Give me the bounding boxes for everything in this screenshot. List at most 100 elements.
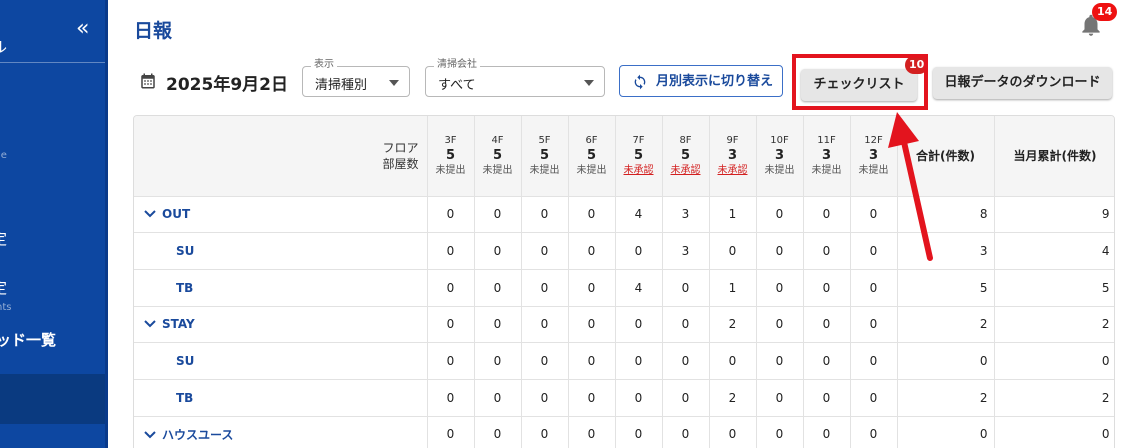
switch-monthly-view-button[interactable]: 月別表示に切り替え [619, 65, 783, 97]
sub-row-label: TB [134, 269, 428, 307]
count-cell: 0 [662, 342, 710, 380]
floor-name: 9F [726, 134, 739, 146]
count-cell: 0 [427, 342, 475, 380]
row-name: SU [176, 244, 195, 259]
table-row: SU 0 0 0 0 0 3 0 0 0 0 3 4 [134, 232, 1114, 270]
monthly-total-cell: 2 [994, 306, 1114, 344]
floor-status[interactable]: 未承認 [663, 164, 709, 178]
download-report-button[interactable]: 日報データのダウンロード [933, 67, 1112, 99]
count-cell: 0 [850, 379, 898, 417]
page-title: 日報 [134, 20, 173, 42]
count-cell: 0 [756, 416, 804, 448]
group-row-label[interactable]: ハウスユース [134, 416, 428, 448]
room-count-label: 部屋数 [382, 156, 419, 171]
display-select[interactable]: 表示 清掃種別 [302, 59, 410, 97]
chevron-down-icon[interactable] [144, 207, 162, 221]
company-select-label: 清掃会社 [434, 59, 480, 71]
count-cell: 0 [850, 342, 898, 380]
sidebar-item-fragment[interactable]: ル [0, 36, 7, 57]
count-cell: 0 [803, 196, 851, 234]
display-select-value: 清掃種別 [315, 78, 368, 93]
count-cell: 0 [850, 306, 898, 344]
sidebar-edge [105, 0, 108, 448]
floor-name: 7F [632, 134, 645, 146]
monthly-total-cell: 9 [994, 196, 1114, 234]
group-row-label[interactable]: STAY [134, 306, 428, 344]
count-cell: 0 [474, 196, 522, 234]
row-name: STAY [162, 317, 195, 332]
count-cell: 0 [709, 342, 757, 380]
count-cell: 2 [709, 306, 757, 344]
count-cell: 0 [756, 379, 804, 417]
count-cell: 0 [850, 196, 898, 234]
count-cell: 0 [615, 306, 663, 344]
count-cell: 0 [662, 269, 710, 307]
count-cell: 4 [615, 196, 663, 234]
count-cell: 0 [474, 306, 522, 344]
floor-status[interactable]: 未承認 [616, 164, 662, 178]
count-cell: 0 [850, 232, 898, 270]
total-cell: 2 [897, 306, 995, 344]
corner-header: フロア 部屋数 [134, 116, 428, 197]
floor-room-count: 3 [727, 147, 738, 163]
floor-header: 11F 3 未提出 [803, 116, 851, 197]
floor-name: 8F [679, 134, 692, 146]
count-cell: 4 [615, 269, 663, 307]
sidebar-item-fragment[interactable]: 定 [0, 277, 7, 298]
floor-room-count: 5 [633, 147, 644, 163]
checklist-button[interactable]: チェックリスト [801, 69, 917, 101]
table-row: ハウスユース 0 0 0 0 0 0 0 0 0 0 0 0 [134, 416, 1114, 448]
floor-header: 12F 3 未提出 [850, 116, 898, 197]
count-cell: 0 [427, 416, 475, 448]
floor-header: 5F 5 未提出 [521, 116, 569, 197]
floor-name: 11F [817, 134, 836, 146]
collapse-sidebar-icon[interactable]: « [76, 18, 89, 40]
floor-status[interactable]: 未承認 [710, 164, 756, 178]
count-cell: 1 [709, 196, 757, 234]
table-row: TB 0 0 0 0 4 0 1 0 0 0 5 5 [134, 269, 1114, 307]
count-cell: 0 [709, 232, 757, 270]
checklist-count-badge: 10 [905, 56, 929, 74]
chevron-down-icon[interactable] [144, 428, 162, 442]
count-cell: 0 [615, 342, 663, 380]
count-cell: 0 [662, 379, 710, 417]
dropdown-arrow-icon [584, 80, 594, 86]
count-cell: 0 [756, 306, 804, 344]
sidebar-item-bed-list[interactable]: ッド一覧 [0, 329, 56, 350]
table-header-row: フロア 部屋数 3F 5 未提出 4F 5 未提出 5F 5 未提出 6F 5 未提出 7F 5 未承認 8F… [134, 116, 1114, 197]
count-cell: 0 [521, 269, 569, 307]
count-cell: 0 [568, 269, 616, 307]
table-body: OUT 0 0 0 0 4 3 1 0 0 0 8 9 SU 0 0 0 0 0 3 0 0 0 0 3 4 TB 0 0 0 0 4 0 1 0 0… [134, 196, 1114, 448]
count-cell: 0 [850, 416, 898, 448]
count-cell: 0 [803, 269, 851, 307]
sidebar-item-fragment[interactable]: 定 [0, 228, 7, 249]
count-cell: 0 [615, 232, 663, 270]
sidebar-item-active[interactable] [0, 374, 105, 424]
count-cell: 0 [568, 379, 616, 417]
sub-row-label: SU [134, 342, 428, 380]
dropdown-arrow-icon [389, 80, 399, 86]
row-name: TB [176, 280, 194, 295]
notification-badge: 14 [1092, 3, 1118, 21]
count-cell: 0 [474, 416, 522, 448]
monthly-total-header: 当月累計(件数) [994, 116, 1114, 197]
count-cell: 0 [709, 416, 757, 448]
total-cell: 3 [897, 232, 995, 270]
count-cell: 0 [803, 379, 851, 417]
count-cell: 3 [662, 196, 710, 234]
monthly-total-cell: 4 [994, 232, 1114, 270]
floor-room-count: 3 [821, 147, 832, 163]
floor-header: 4F 5 未提出 [474, 116, 522, 197]
company-select[interactable]: 清掃会社 すべて [425, 59, 605, 97]
group-row-label[interactable]: OUT [134, 196, 428, 234]
count-cell: 0 [474, 232, 522, 270]
count-cell: 0 [427, 196, 475, 234]
floor-status: 未提出 [764, 164, 795, 176]
floor-status: 未提出 [811, 164, 842, 176]
count-cell: 0 [521, 306, 569, 344]
floor-status: 未提出 [482, 164, 513, 176]
table-row: OUT 0 0 0 0 4 3 1 0 0 0 8 9 [134, 196, 1114, 234]
company-select-value: すべて [438, 78, 476, 93]
chevron-down-icon[interactable] [144, 317, 162, 331]
floor-header: 10F 3 未提出 [756, 116, 804, 197]
